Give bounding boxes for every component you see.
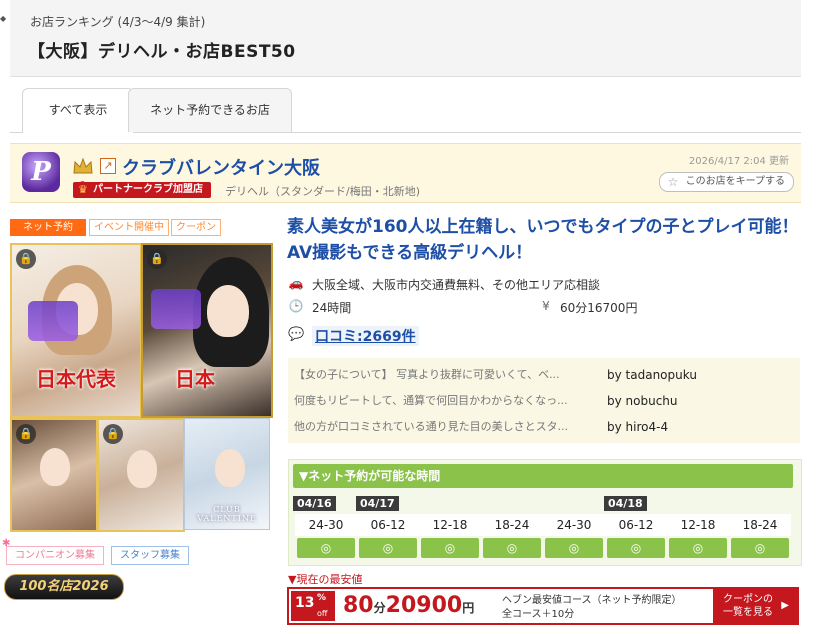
time-slot-label: 24-30 (308, 518, 344, 532)
slot-available-button[interactable]: ◎ (545, 538, 603, 558)
lock-icon: 🔒 (16, 424, 36, 444)
shop-name-link[interactable]: クラブバレンタイン大阪 (122, 154, 320, 180)
lowest-price: 80分20900円 (343, 593, 474, 618)
back-arrow-icon[interactable]: ◆ (0, 14, 6, 23)
yen-icon: ¥ (542, 299, 550, 313)
tag-event[interactable]: イベント開催中 (89, 219, 169, 236)
face-shape (127, 450, 157, 488)
business-hours: 24時間 (312, 301, 352, 315)
course-minutes: 80 (343, 593, 374, 618)
ranking-header: お店ランキング (4/3〜4/9 集計) 【大阪】デリヘル・お店BEST50 (10, 0, 801, 77)
keep-shop-label: このお店をキープする (685, 176, 785, 187)
award-emblem (28, 301, 78, 341)
girl-photo-5[interactable]: CLUB VALENTINE (184, 418, 270, 530)
girl-photo-3[interactable]: 🔒 (10, 418, 98, 532)
keep-shop-button[interactable]: ☆ このお店をキープする (658, 172, 794, 192)
review-author: by hiro4-4 (607, 420, 669, 434)
date-label: 04/18 (604, 496, 647, 511)
face-shape (207, 285, 249, 337)
girl-photo-1[interactable]: 日本代表 🔒 (10, 243, 142, 418)
partner-badge: ♛ パートナークラブ加盟店 (73, 182, 211, 198)
tab-all[interactable]: すべて表示 (22, 88, 134, 133)
tag-coupon[interactable]: クーポン (171, 219, 221, 236)
review-text[interactable]: 【女の子について】 写真より抜群に可愛いくて、ベ... (294, 362, 590, 388)
time-slot-headers: 24-30 06-12 12-18 18-24 24-30 06-12 12-1… (295, 514, 791, 536)
time-slot-label: 06-12 (370, 518, 406, 532)
slot-available-button[interactable]: ◎ (421, 538, 479, 558)
lock-icon: 🔒 (147, 249, 167, 269)
time-slot-label: 12-18 (432, 518, 468, 532)
availability-title: ▼ネット予約が可能な時間 (293, 464, 793, 488)
japan-badge: 日本 (175, 367, 215, 391)
ranking-period: お店ランキング (4/3〜4/9 集計) (30, 15, 206, 29)
course-price: 20900 (385, 593, 463, 618)
discount-badge: 13 % off (291, 591, 335, 621)
japan-badge: 日本代表 (36, 367, 116, 391)
staff-recruit-button[interactable]: スタッフ募集 (111, 546, 189, 565)
external-link-icon[interactable]: ↗ (100, 158, 116, 174)
course-desc-line2: 全コース＋10分 (502, 609, 575, 620)
lock-icon: 🔒 (103, 424, 123, 444)
time-slot-label: 12-18 (680, 518, 716, 532)
review-text[interactable]: 何度もリピートして、通算で何回目かわからなくなっ... (294, 388, 590, 414)
lowest-price-box[interactable]: 13 % off 80分20900円 ヘブン最安値コース（ネット予約限定） 全コ… (287, 587, 799, 625)
minutes-unit: 分 (373, 601, 386, 615)
course-description: ヘブン最安値コース（ネット予約限定） 全コース＋10分 (502, 594, 682, 622)
crown-icon (73, 157, 93, 174)
crown-small-icon: ♛ (78, 183, 88, 196)
meiten-2026-badge[interactable]: 100名店2026 (4, 574, 124, 600)
slot-available-button[interactable]: ◎ (359, 538, 417, 558)
slot-available-button[interactable]: ◎ (483, 538, 541, 558)
area-info: 大阪全域、大阪市内交通費無料、その他エリア応相談 (312, 278, 601, 292)
time-slot-label: 06-12 (618, 518, 654, 532)
partner-badge-label: パートナークラブ加盟店 (93, 184, 203, 195)
companion-recruit-button[interactable]: コンパニオン募集 (6, 546, 104, 565)
award-emblem (151, 289, 201, 329)
course-desc-line1: ヘブン最安値コース（ネット予約限定） (502, 595, 682, 606)
review-count-link[interactable]: 口コミ:2669件 (312, 326, 419, 346)
date-label: 04/17 (356, 496, 399, 511)
lowest-price-label: ▼現在の最安値 (288, 573, 363, 586)
slot-available-button[interactable]: ◎ (607, 538, 665, 558)
review-author: by nobuchu (607, 394, 678, 408)
speech-bubble-icon: 💬 (288, 327, 305, 342)
yen-unit: 円 (462, 601, 475, 615)
tab-bar: すべて表示 ネット予約できるお店 (10, 88, 801, 133)
discount-percent: 13 (295, 595, 315, 611)
tag-net-reservation[interactable]: ネット予約 (10, 219, 86, 236)
review-list: 【女の子について】 写真より抜群に可愛いくて、ベ... by tadanopuk… (288, 358, 800, 443)
shop-header: P 1 ↗ クラブバレンタイン大阪 ♛ パートナークラブ加盟店 デリヘル（スタン… (10, 143, 801, 203)
car-icon: 🚗 (288, 276, 304, 290)
shop-logo[interactable]: P (22, 152, 60, 192)
coupon-list-button[interactable]: クーポンの 一覧を見る ▶ (713, 589, 797, 623)
lock-icon: 🔒 (16, 249, 36, 269)
face-shape (40, 448, 70, 486)
star-icon: ☆ (667, 175, 679, 189)
clock-icon: 🕒 (288, 299, 304, 313)
valentine-logo: CLUB VALENTINE (197, 505, 257, 523)
page-title: 【大阪】デリヘル・お店BEST50 (28, 42, 296, 62)
catchcopy[interactable]: 素人美女が160人以上在籍し、いつでもタイプの子とプレイ可能！AV撮影もできる高… (287, 214, 799, 266)
arrow-right-icon: ▶ (781, 600, 789, 611)
updated-time: 2026/4/17 2:04 更新 (688, 156, 789, 167)
slot-available-button[interactable]: ◎ (731, 538, 789, 558)
off-word: off (317, 609, 328, 618)
girl-photo-4[interactable]: 🔒 (97, 418, 185, 532)
date-label: 04/16 (293, 496, 336, 511)
face-shape (215, 449, 245, 487)
girl-photo-2[interactable]: 日本 🔒 (141, 243, 273, 418)
time-slot-label: 18-24 (494, 518, 530, 532)
review-author: by tadanopuku (607, 368, 697, 382)
review-text[interactable]: 他の方が口コミされている通り見た目の美しさとスタ... (294, 414, 590, 440)
time-slot-label: 24-30 (556, 518, 592, 532)
shop-category: デリヘル（スタンダード/梅田・北新地) (225, 185, 420, 198)
reservation-availability: ▼ネット予約が可能な時間 04/16 04/17 04/18 24-30 06-… (288, 459, 802, 566)
percent-sign: % (317, 593, 327, 603)
slot-available-button[interactable]: ◎ (669, 538, 727, 558)
slot-available-button[interactable]: ◎ (297, 538, 355, 558)
tab-net-reservation[interactable]: ネット予約できるお店 (128, 88, 292, 132)
time-slot-label: 18-24 (742, 518, 778, 532)
price-info: 60分16700円 (560, 301, 638, 315)
